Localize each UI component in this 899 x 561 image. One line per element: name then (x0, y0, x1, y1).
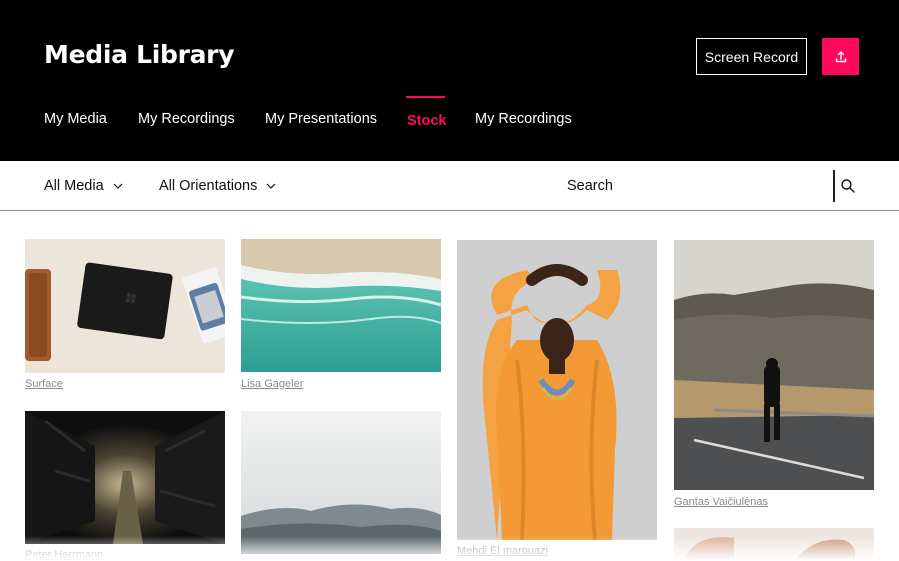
chevron-down-icon (266, 183, 276, 189)
upload-button[interactable] (822, 38, 859, 75)
media-thumbnail[interactable] (457, 240, 657, 540)
filter-bar: All Media All Orientations Search (0, 161, 899, 211)
chevron-down-icon (113, 183, 123, 189)
tab-bar: My Media My Recordings My Presentations … (0, 95, 899, 161)
search-cursor (833, 170, 835, 202)
media-thumbnail[interactable] (25, 411, 225, 544)
search-icon[interactable] (840, 178, 856, 194)
orientation-filter-label: All Orientations (159, 178, 258, 194)
tab-my-presentations[interactable]: My Presentations (265, 111, 377, 127)
media-thumbnail[interactable] (674, 528, 874, 561)
media-filter-label: All Media (44, 178, 104, 194)
media-thumbnail[interactable] (241, 411, 441, 554)
tab-my-media[interactable]: My Media (44, 111, 107, 127)
media-thumbnail[interactable] (25, 239, 225, 373)
media-caption[interactable]: Lisa Gageler (241, 378, 303, 390)
media-thumbnail[interactable] (241, 239, 441, 372)
app-header: Media Library Screen Record My Media My … (0, 0, 899, 161)
search-input[interactable]: Search (567, 178, 613, 194)
upload-icon (835, 50, 846, 62)
tab-stock[interactable]: Stock (407, 113, 447, 129)
media-caption[interactable]: Peter Herrmann (25, 549, 103, 561)
media-thumbnail[interactable] (674, 240, 874, 490)
screen-record-button[interactable]: Screen Record (696, 38, 807, 75)
orientation-filter-dropdown[interactable]: All Orientations (159, 178, 276, 194)
media-caption[interactable]: Surface (25, 378, 63, 390)
media-caption[interactable]: Gantas Vaičiulėnas (674, 496, 768, 508)
tab-my-recordings-2[interactable]: My Recordings (475, 111, 572, 127)
page-title: Media Library (44, 40, 235, 69)
tab-my-recordings[interactable]: My Recordings (138, 111, 235, 127)
media-filter-dropdown[interactable]: All Media (44, 178, 123, 194)
media-caption[interactable]: Mehdi El marouazi (457, 545, 548, 557)
